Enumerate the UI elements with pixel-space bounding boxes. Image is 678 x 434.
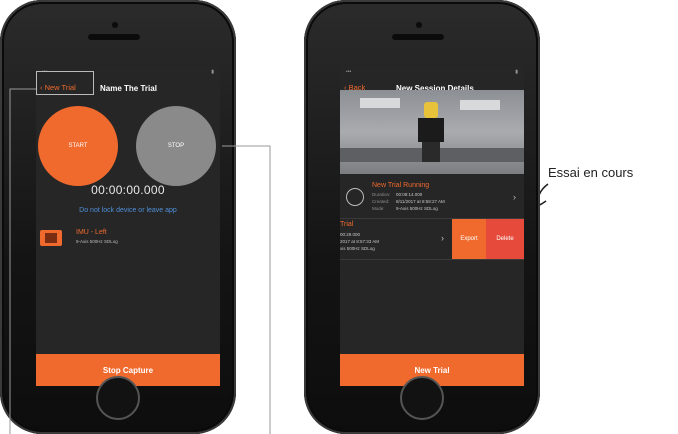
- export-label: Export: [460, 236, 478, 242]
- left-phone: ••• ▮ ‹ New Trial Name The Trial START ST…: [0, 0, 236, 434]
- camera: [112, 22, 118, 28]
- new-trial-label: New Trial: [414, 365, 450, 375]
- created-label: Created:: [372, 199, 390, 204]
- lego-figure: [418, 102, 444, 162]
- delete-button[interactable]: Delete: [486, 219, 524, 259]
- sensor-icon: [40, 230, 62, 246]
- speaker: [88, 34, 140, 40]
- sensor-desc: 9-Axis 500Hz SDLog: [76, 239, 118, 244]
- speaker: [392, 34, 444, 40]
- running-trial-row[interactable]: New Trial Running Duration: 00:08:14.000…: [340, 178, 524, 219]
- left-screen: ••• ▮ ‹ New Trial Name The Trial START ST…: [36, 66, 220, 386]
- prev-trial-line1: 00:29.000: [340, 232, 361, 237]
- prev-trial-title: Trial: [340, 221, 354, 228]
- start-label: START: [68, 143, 88, 149]
- duration-value: 00:08:14.000: [396, 192, 423, 197]
- session-photo: [340, 90, 524, 174]
- page-title: Name The Trial: [100, 84, 157, 93]
- camera: [416, 22, 422, 28]
- wave-icon: [346, 188, 364, 206]
- highlight-box: [36, 71, 94, 95]
- delete-label: Delete: [496, 236, 514, 242]
- home-button[interactable]: [96, 376, 140, 420]
- prev-trial-line3: xis 500Hz SDLog: [340, 246, 375, 251]
- chevron-right-icon: ›: [513, 192, 516, 202]
- warning-text: Do not lock device or leave app: [79, 207, 177, 214]
- running-trial-title: New Trial Running: [372, 182, 430, 189]
- previous-trial-row[interactable]: Trial 00:29.000 2017 at 8:57:33 AM xis 5…: [340, 219, 524, 260]
- mode-label: Mode:: [372, 206, 385, 211]
- created-value: 8/11/2017 at 8:58:27 AM: [396, 199, 445, 204]
- chevron-right-icon: ›: [441, 233, 444, 243]
- export-button[interactable]: Export: [452, 219, 486, 259]
- right-screen: ••• ▮ ‹ Back New Session Details New Tria…: [340, 66, 524, 386]
- prev-trial-line2: 2017 at 8:57:33 AM: [340, 239, 380, 244]
- stop-button[interactable]: STOP: [136, 106, 216, 186]
- home-button[interactable]: [400, 376, 444, 420]
- start-button[interactable]: START: [38, 106, 118, 186]
- sensor-item[interactable]: IMU - Left 9-Axis 500Hz SDLog: [40, 229, 220, 251]
- annotation-text: Essai en cours: [548, 165, 634, 180]
- timer: 00:00:00.000: [91, 183, 165, 197]
- mode-value: 9-Axis 500Hz SDLog: [396, 206, 438, 211]
- duration-label: Duration:: [372, 192, 391, 197]
- status-bar: ••• ▮: [346, 69, 518, 75]
- stop-capture-label: Stop Capture: [102, 365, 154, 375]
- stop-label: STOP: [167, 143, 185, 149]
- sensor-name: IMU - Left: [76, 229, 107, 236]
- right-phone: ••• ▮ ‹ Back New Session Details New Tria…: [304, 0, 540, 434]
